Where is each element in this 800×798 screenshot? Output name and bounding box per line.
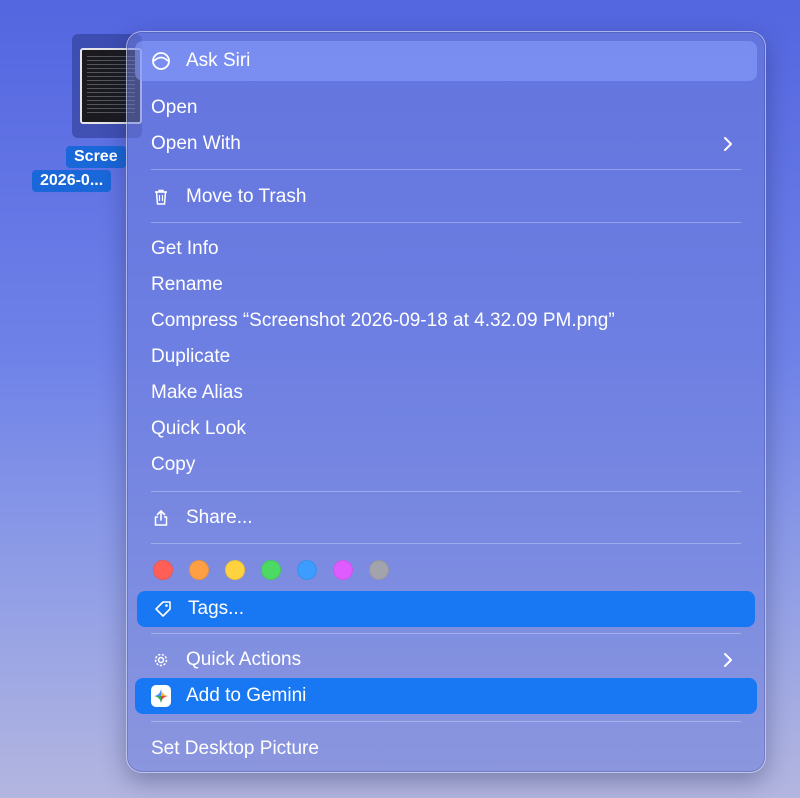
chevron-right-icon: [724, 653, 732, 667]
menu-separator: [151, 633, 741, 634]
menu-item-rename[interactable]: Rename: [135, 267, 757, 303]
menu-item-copy[interactable]: Copy: [135, 447, 757, 483]
menu-label-rename: Rename: [151, 274, 223, 295]
trash-icon: [151, 187, 171, 207]
menu-label-tags: Tags...: [188, 598, 244, 619]
menu-separator: [151, 169, 741, 170]
menu-item-duplicate[interactable]: Duplicate: [135, 339, 757, 375]
menu-label-quick-actions: Quick Actions: [186, 649, 302, 670]
siri-icon: [151, 51, 171, 71]
menu-item-set-desktop-picture[interactable]: Set Desktop Picture: [135, 731, 757, 767]
menu-label-duplicate: Duplicate: [151, 346, 231, 367]
menu-label-ask-siri: Ask Siri: [186, 50, 251, 71]
menu-label-share: Share...: [186, 507, 253, 528]
menu-label-set-desktop-picture: Set Desktop Picture: [151, 738, 319, 759]
menu-item-open-with[interactable]: Open With: [135, 126, 757, 162]
menu-item-tags[interactable]: Tags...: [137, 591, 755, 627]
menu-label-move-to-trash: Move to Trash: [186, 186, 307, 207]
menu-label-make-alias: Make Alias: [151, 382, 243, 403]
tag-icon: [153, 599, 173, 619]
menu-separator: [151, 222, 741, 223]
chevron-right-icon: [724, 137, 732, 151]
gear-icon: [151, 650, 171, 670]
menu-separator: [151, 721, 741, 722]
tag-color-blue[interactable]: [297, 560, 317, 580]
menu-label-get-info: Get Info: [151, 238, 219, 259]
menu-item-add-to-gemini[interactable]: Add to Gemini: [135, 678, 757, 714]
menu-item-open[interactable]: Open: [135, 90, 757, 126]
menu-item-move-to-trash[interactable]: Move to Trash: [135, 179, 757, 215]
tag-color-red[interactable]: [153, 560, 173, 580]
share-icon: [151, 508, 171, 528]
context-menu: Ask Siri Open Open With Move to Trash Ge…: [126, 31, 766, 773]
menu-item-quick-look[interactable]: Quick Look: [135, 411, 757, 447]
menu-label-add-to-gemini: Add to Gemini: [186, 685, 307, 706]
menu-item-make-alias[interactable]: Make Alias: [135, 375, 757, 411]
menu-item-compress[interactable]: Compress “Screenshot 2026-09-18 at 4.32.…: [135, 303, 757, 339]
menu-label-open: Open: [151, 97, 198, 118]
menu-separator: [151, 491, 741, 492]
tag-color-green[interactable]: [261, 560, 281, 580]
file-name-line-2: 2026-0...: [32, 170, 112, 192]
tag-color-orange[interactable]: [189, 560, 209, 580]
menu-separator: [151, 543, 741, 544]
tag-color-yellow[interactable]: [225, 560, 245, 580]
menu-label-quick-look: Quick Look: [151, 418, 247, 439]
menu-label-compress: Compress “Screenshot 2026-09-18 at 4.32.…: [151, 310, 615, 331]
gemini-icon: [151, 685, 171, 707]
menu-item-get-info[interactable]: Get Info: [135, 231, 757, 267]
file-name-line-1: Scree: [66, 146, 126, 168]
menu-item-ask-siri[interactable]: Ask Siri: [135, 41, 757, 81]
tag-color-gray[interactable]: [369, 560, 389, 580]
menu-label-copy: Copy: [151, 454, 196, 475]
menu-item-quick-actions[interactable]: Quick Actions: [135, 642, 757, 678]
tag-color-dots: [153, 560, 389, 580]
menu-item-share[interactable]: Share...: [135, 500, 757, 536]
menu-label-open-with: Open With: [151, 133, 241, 154]
tag-color-purple[interactable]: [333, 560, 353, 580]
